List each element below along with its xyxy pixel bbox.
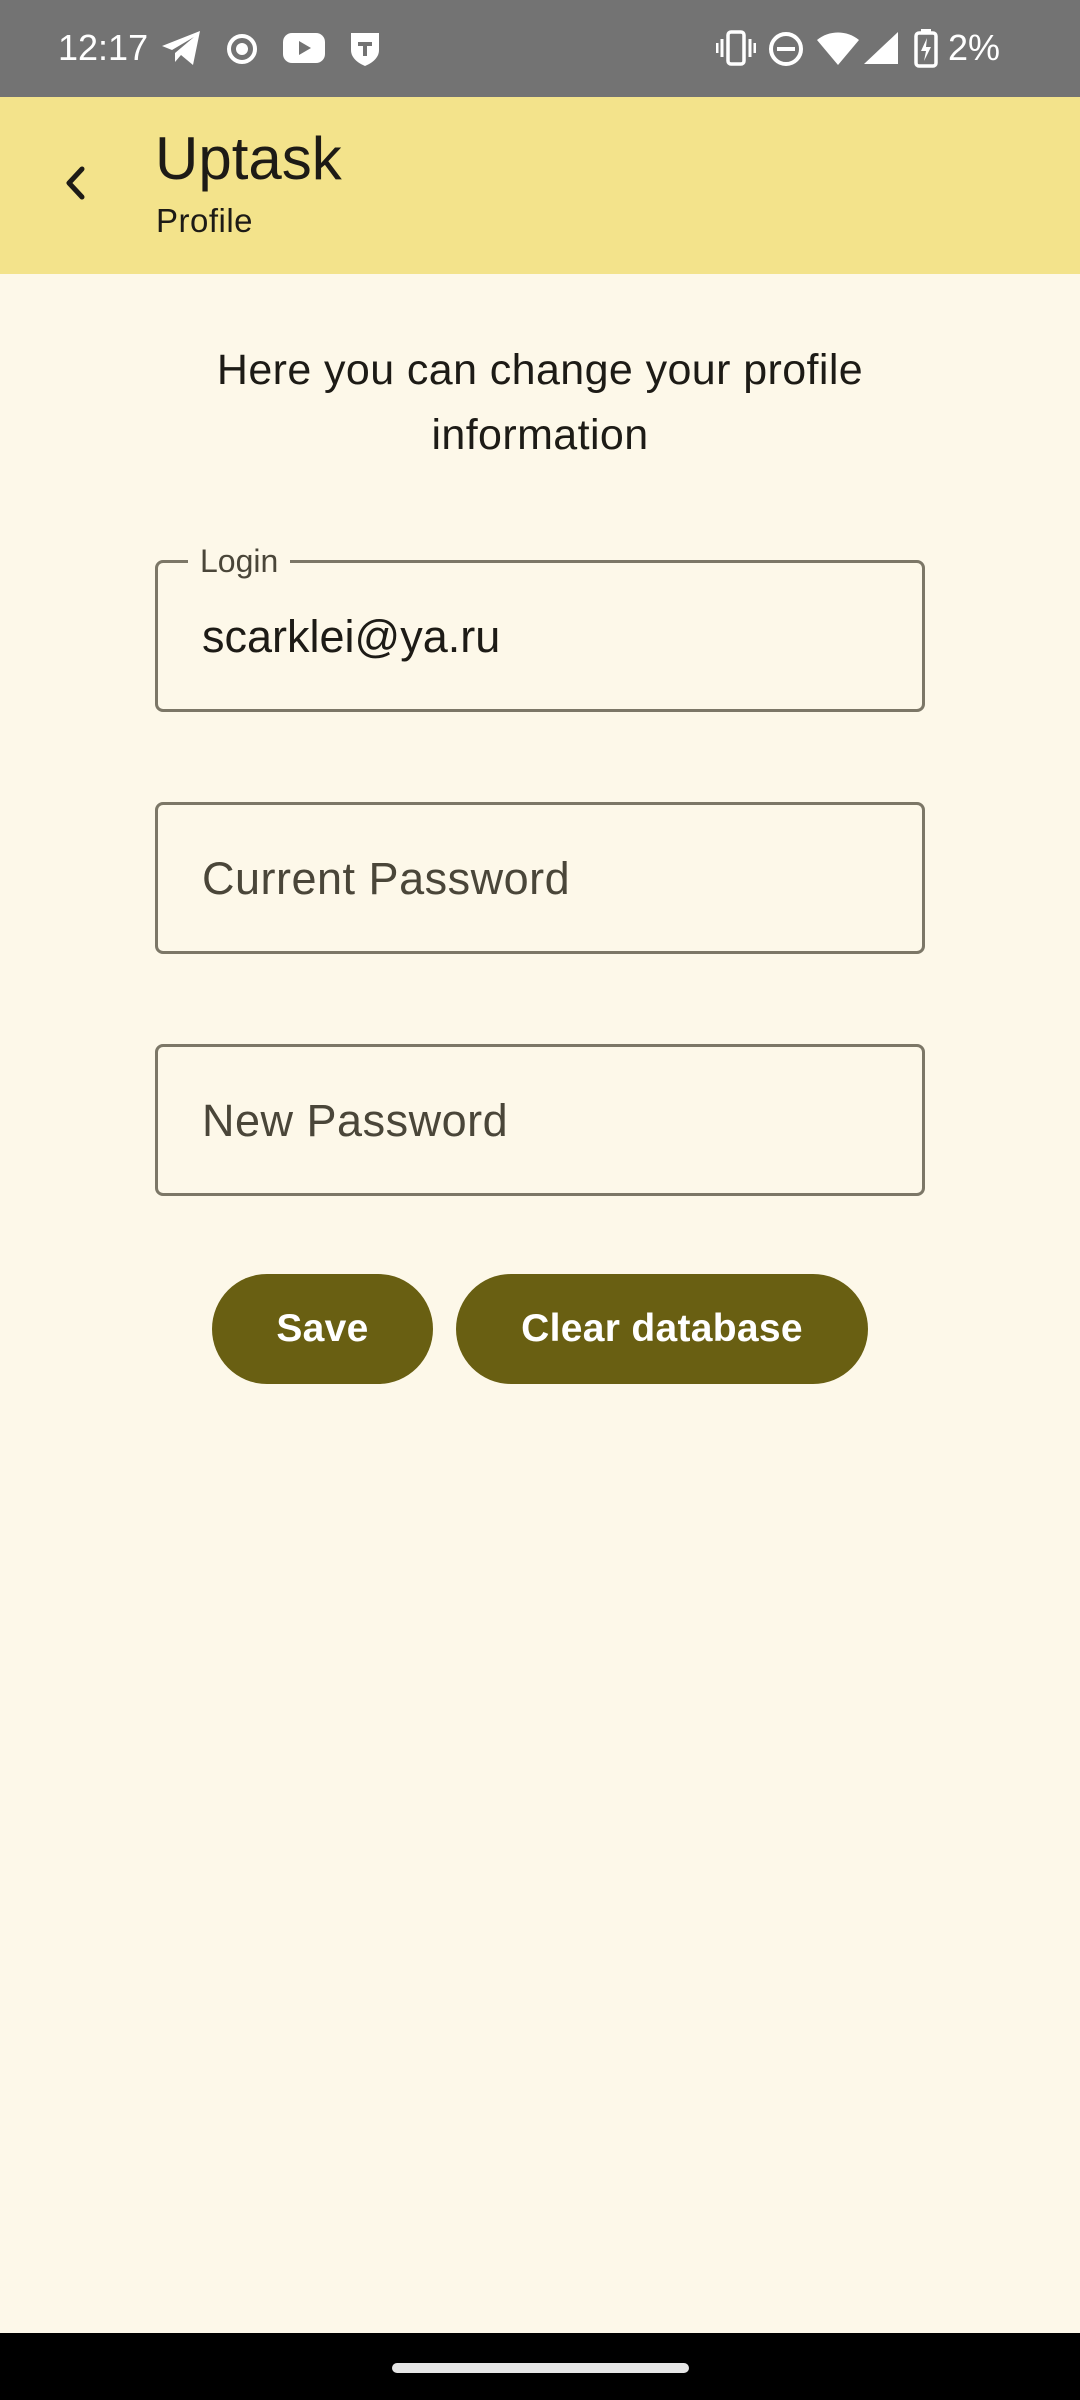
youtube-icon [282, 31, 326, 70]
do-not-disturb-icon [767, 30, 805, 73]
battery-percent: 2% [948, 27, 1001, 68]
telegram-icon [160, 28, 204, 73]
page-subtitle: Profile [156, 202, 254, 239]
new-password-placeholder: New Password [202, 1095, 509, 1146]
login-label: Login [188, 539, 291, 583]
navigation-bar [0, 2333, 1080, 2400]
status-bar: 12:17 2% [0, 0, 1080, 97]
app-title: Uptask [155, 125, 342, 192]
app-bar: Uptask Profile [0, 97, 1080, 274]
wifi-icon [816, 30, 860, 71]
vibrate-icon [715, 30, 757, 71]
signal-icon [862, 30, 900, 71]
record-icon [226, 33, 258, 70]
back-arrow-icon [60, 165, 92, 206]
current-password-field[interactable]: Current Password [155, 802, 925, 954]
back-button[interactable] [40, 149, 112, 221]
home-gesture-handle[interactable] [392, 2363, 689, 2373]
login-field[interactable]: Login scarklei@ya.ru [155, 539, 925, 712]
login-value: scarklei@ya.ru [202, 611, 501, 662]
new-password-field[interactable]: New Password [155, 1044, 925, 1196]
clear-database-button[interactable]: Clear database [456, 1274, 868, 1384]
save-button[interactable]: Save [212, 1274, 433, 1384]
battery-charging-icon [914, 28, 938, 73]
shield-t-icon [348, 30, 382, 73]
status-time: 12:17 [58, 27, 149, 68]
intro-text: Here you can change your profile informa… [216, 346, 864, 459]
current-password-placeholder: Current Password [202, 853, 571, 904]
